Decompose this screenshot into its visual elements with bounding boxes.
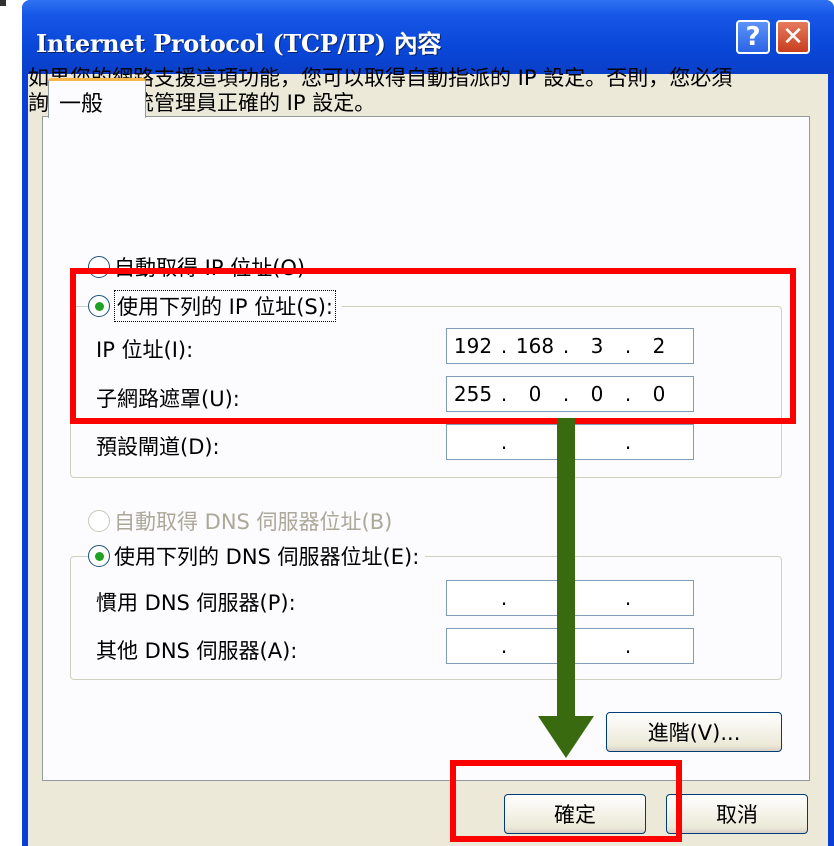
- help-icon: ?: [745, 22, 761, 52]
- radio-manual-dns-label: 使用下列的 DNS 伺服器位址(E):: [114, 545, 420, 569]
- alternate-dns-label: 其他 DNS 伺服器(A):: [96, 639, 298, 663]
- radio-manual-dns-circle[interactable]: [88, 545, 110, 567]
- window-title: Internet Protocol (TCP/IP) 內容: [36, 29, 442, 58]
- corner-mark: [0, 0, 6, 6]
- arrow-down-icon: [557, 418, 575, 718]
- cancel-button[interactable]: 取消: [666, 794, 808, 834]
- default-gateway-label: 預設閘道(D):: [96, 435, 220, 459]
- radio-auto-dns-circle[interactable]: [88, 510, 110, 532]
- radio-auto-dns[interactable]: 自動取得 DNS 伺服器位址(B): [88, 506, 392, 536]
- close-button[interactable]: ✕: [776, 20, 810, 54]
- highlight-box-ip-settings: [70, 268, 796, 424]
- help-button[interactable]: ?: [736, 20, 770, 54]
- advanced-button[interactable]: 進階(V)...: [606, 712, 782, 752]
- radio-auto-dns-label: 自動取得 DNS 伺服器位址(B): [114, 510, 393, 534]
- preferred-dns-label: 慣用 DNS 伺服器(P):: [96, 591, 296, 615]
- tab-general-label: 一般: [59, 92, 104, 117]
- radio-manual-dns[interactable]: 使用下列的 DNS 伺服器位址(E):: [88, 541, 426, 571]
- close-icon: ✕: [782, 22, 804, 52]
- tab-general[interactable]: 一般: [48, 78, 146, 118]
- arrow-head-icon: [538, 716, 594, 758]
- title-bar[interactable]: Internet Protocol (TCP/IP) 內容 ? ✕: [22, 0, 834, 74]
- highlight-box-ok-button: [450, 760, 682, 842]
